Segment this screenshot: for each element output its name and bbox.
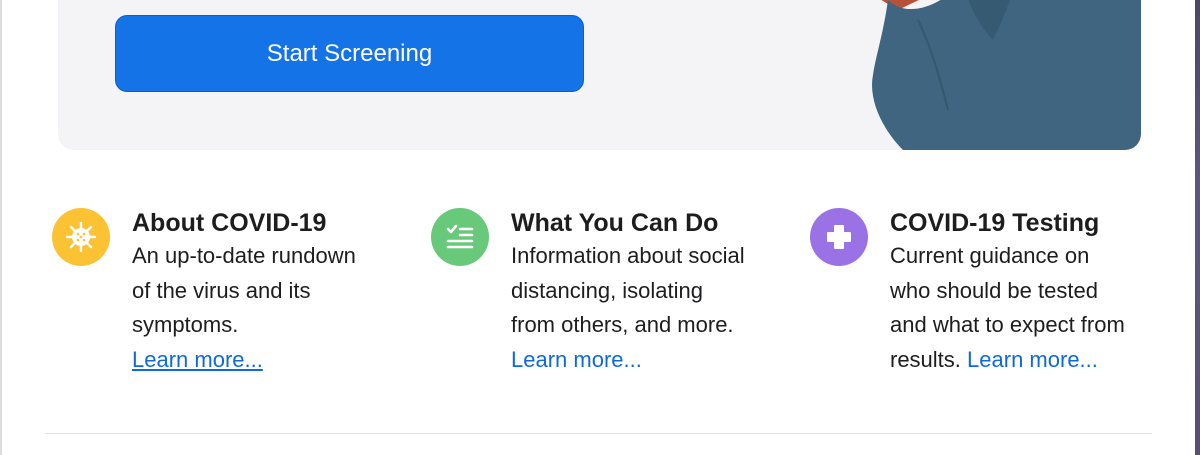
medical-cross-icon: [810, 208, 868, 266]
card-description: Information about social distancing, iso…: [511, 243, 745, 372]
section-divider: [45, 433, 1152, 434]
virus-icon: [52, 208, 110, 266]
card-title: COVID-19 Testing: [890, 209, 1100, 237]
window-left-edge: [0, 0, 2, 455]
card-description: Current guidance on who should be tested…: [890, 243, 1125, 372]
window-right-edge: [1195, 0, 1200, 455]
card-description: An up-to-date rundown of the virus and i…: [132, 243, 356, 372]
card-title: What You Can Do: [511, 209, 719, 237]
learn-more-link[interactable]: Learn more...: [511, 347, 642, 372]
card-title: About COVID-19: [132, 209, 327, 237]
learn-more-link[interactable]: Learn more...: [967, 347, 1098, 372]
start-screening-button[interactable]: Start Screening: [115, 15, 584, 92]
person-illustration: [872, 0, 1141, 150]
checklist-icon: [431, 208, 489, 266]
learn-more-link[interactable]: Learn more...: [132, 347, 263, 372]
